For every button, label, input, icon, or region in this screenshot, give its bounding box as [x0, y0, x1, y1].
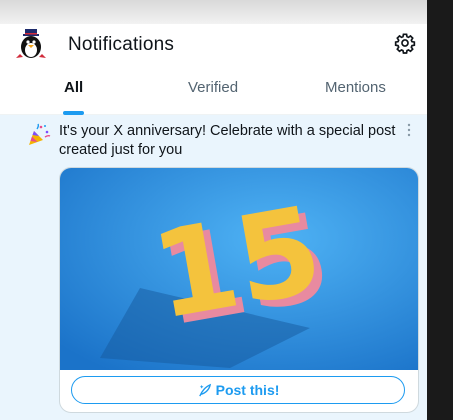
post-this-label: Post this! [215, 382, 280, 398]
tab-mentions[interactable]: Mentions [325, 79, 386, 114]
notification-tabs: All Verified Mentions [0, 66, 427, 115]
anniversary-15-image: 15 15 [60, 168, 418, 370]
tab-all[interactable]: All [64, 79, 83, 114]
notification-text: It's your X anniversary! Celebrate with … [59, 123, 396, 158]
gear-icon[interactable] [394, 32, 416, 54]
anniversary-card: 15 15 Post this! [59, 167, 419, 413]
notifications-panel: Notifications All Verified Mentions It's… [0, 24, 427, 420]
top-shadow-bar [0, 0, 427, 24]
page-title: Notifications [68, 34, 175, 55]
more-vertical-icon[interactable] [406, 123, 412, 137]
party-popper-icon [29, 123, 51, 145]
quill-sparkle-icon [198, 383, 211, 396]
penguin-avatar-icon[interactable] [15, 28, 47, 60]
header: Notifications [0, 24, 427, 66]
post-this-button[interactable]: Post this! [71, 376, 405, 404]
tab-verified[interactable]: Verified [188, 79, 238, 114]
anniversary-notification[interactable]: It's your X anniversary! Celebrate with … [0, 115, 427, 420]
anniversary-number: 15 [143, 181, 332, 347]
